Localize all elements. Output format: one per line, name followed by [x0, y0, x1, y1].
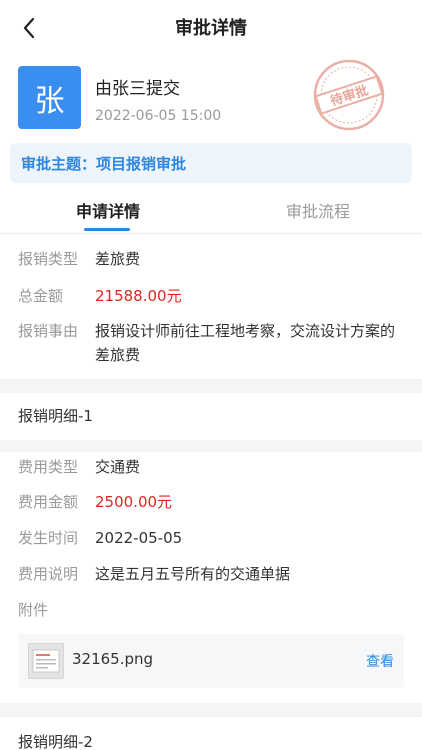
screen: 审批详情 张 由张三提交 2022-06-05 15:00 待审批 审批主题：项… [0, 0, 422, 750]
tab-application-details[interactable]: 申请详情 [76, 198, 140, 222]
row-label: 发生时间 [18, 529, 79, 547]
row-label: 费用类型 [18, 458, 79, 476]
submitter-name: 由张三提交 [95, 79, 180, 99]
row-label: 费用金额 [18, 493, 79, 511]
info-row-cost-amount: 费用金额 2500.00元 [18, 490, 408, 514]
attachment-file-name: 32165.png [72, 650, 154, 668]
approval-subject: 审批主题：项目报销审批 [10, 143, 412, 183]
row-value: 差旅费 [95, 250, 141, 268]
nav-bar: 审批详情 [0, 0, 422, 56]
info-row-expense-type: 报销类型 差旅费 [18, 247, 408, 271]
attachment-label-row: 附件 [18, 598, 408, 622]
submit-time: 2022-06-05 15:00 [95, 108, 222, 124]
info-row-total-amount: 总金额 21588.00元 [18, 284, 408, 308]
info-row-cost-note: 费用说明 这是五月五号所有的交通单据 [18, 562, 408, 586]
image-file-icon [28, 643, 64, 679]
detail-section-title: 报销明细-2 [18, 733, 93, 750]
row-label: 报销事由 [18, 322, 79, 340]
row-value: 这是五月五号所有的交通单据 [95, 565, 291, 583]
total-amount-value: 21588.00元 [95, 287, 182, 305]
tab-bar: 申请详情 审批流程 [0, 190, 422, 234]
row-label: 报销类型 [18, 250, 79, 268]
info-row-reason: 报销事由 报销设计师前往工程地考察，交流设计方案的差旅费 [18, 319, 408, 367]
detail-section-title: 报销明细-1 [18, 407, 93, 425]
attachment-label: 附件 [18, 601, 49, 619]
info-row-occur-date: 发生时间 2022-05-05 [18, 526, 408, 550]
info-row-cost-type: 费用类型 交通费 [18, 455, 408, 479]
active-tab-indicator [84, 228, 130, 231]
cost-amount-value: 2500.00元 [95, 493, 173, 511]
row-value: 交通费 [95, 458, 141, 476]
tab-approval-flow[interactable]: 审批流程 [286, 198, 350, 222]
attachment-item[interactable]: 32165.png 查看 [18, 634, 404, 688]
avatar: 张 [18, 66, 81, 129]
section-divider [0, 440, 422, 452]
section-divider [0, 379, 422, 393]
row-value: 报销设计师前往工程地考察，交流设计方案的差旅费 [95, 322, 396, 364]
row-label: 费用说明 [18, 565, 79, 583]
pending-approval-stamp: 待审批 [313, 59, 385, 131]
section-divider [0, 703, 422, 717]
view-attachment-link[interactable]: 查看 [366, 651, 394, 671]
row-value: 2022-05-05 [95, 529, 183, 547]
row-label: 总金额 [18, 287, 64, 305]
page-title: 审批详情 [175, 18, 247, 39]
